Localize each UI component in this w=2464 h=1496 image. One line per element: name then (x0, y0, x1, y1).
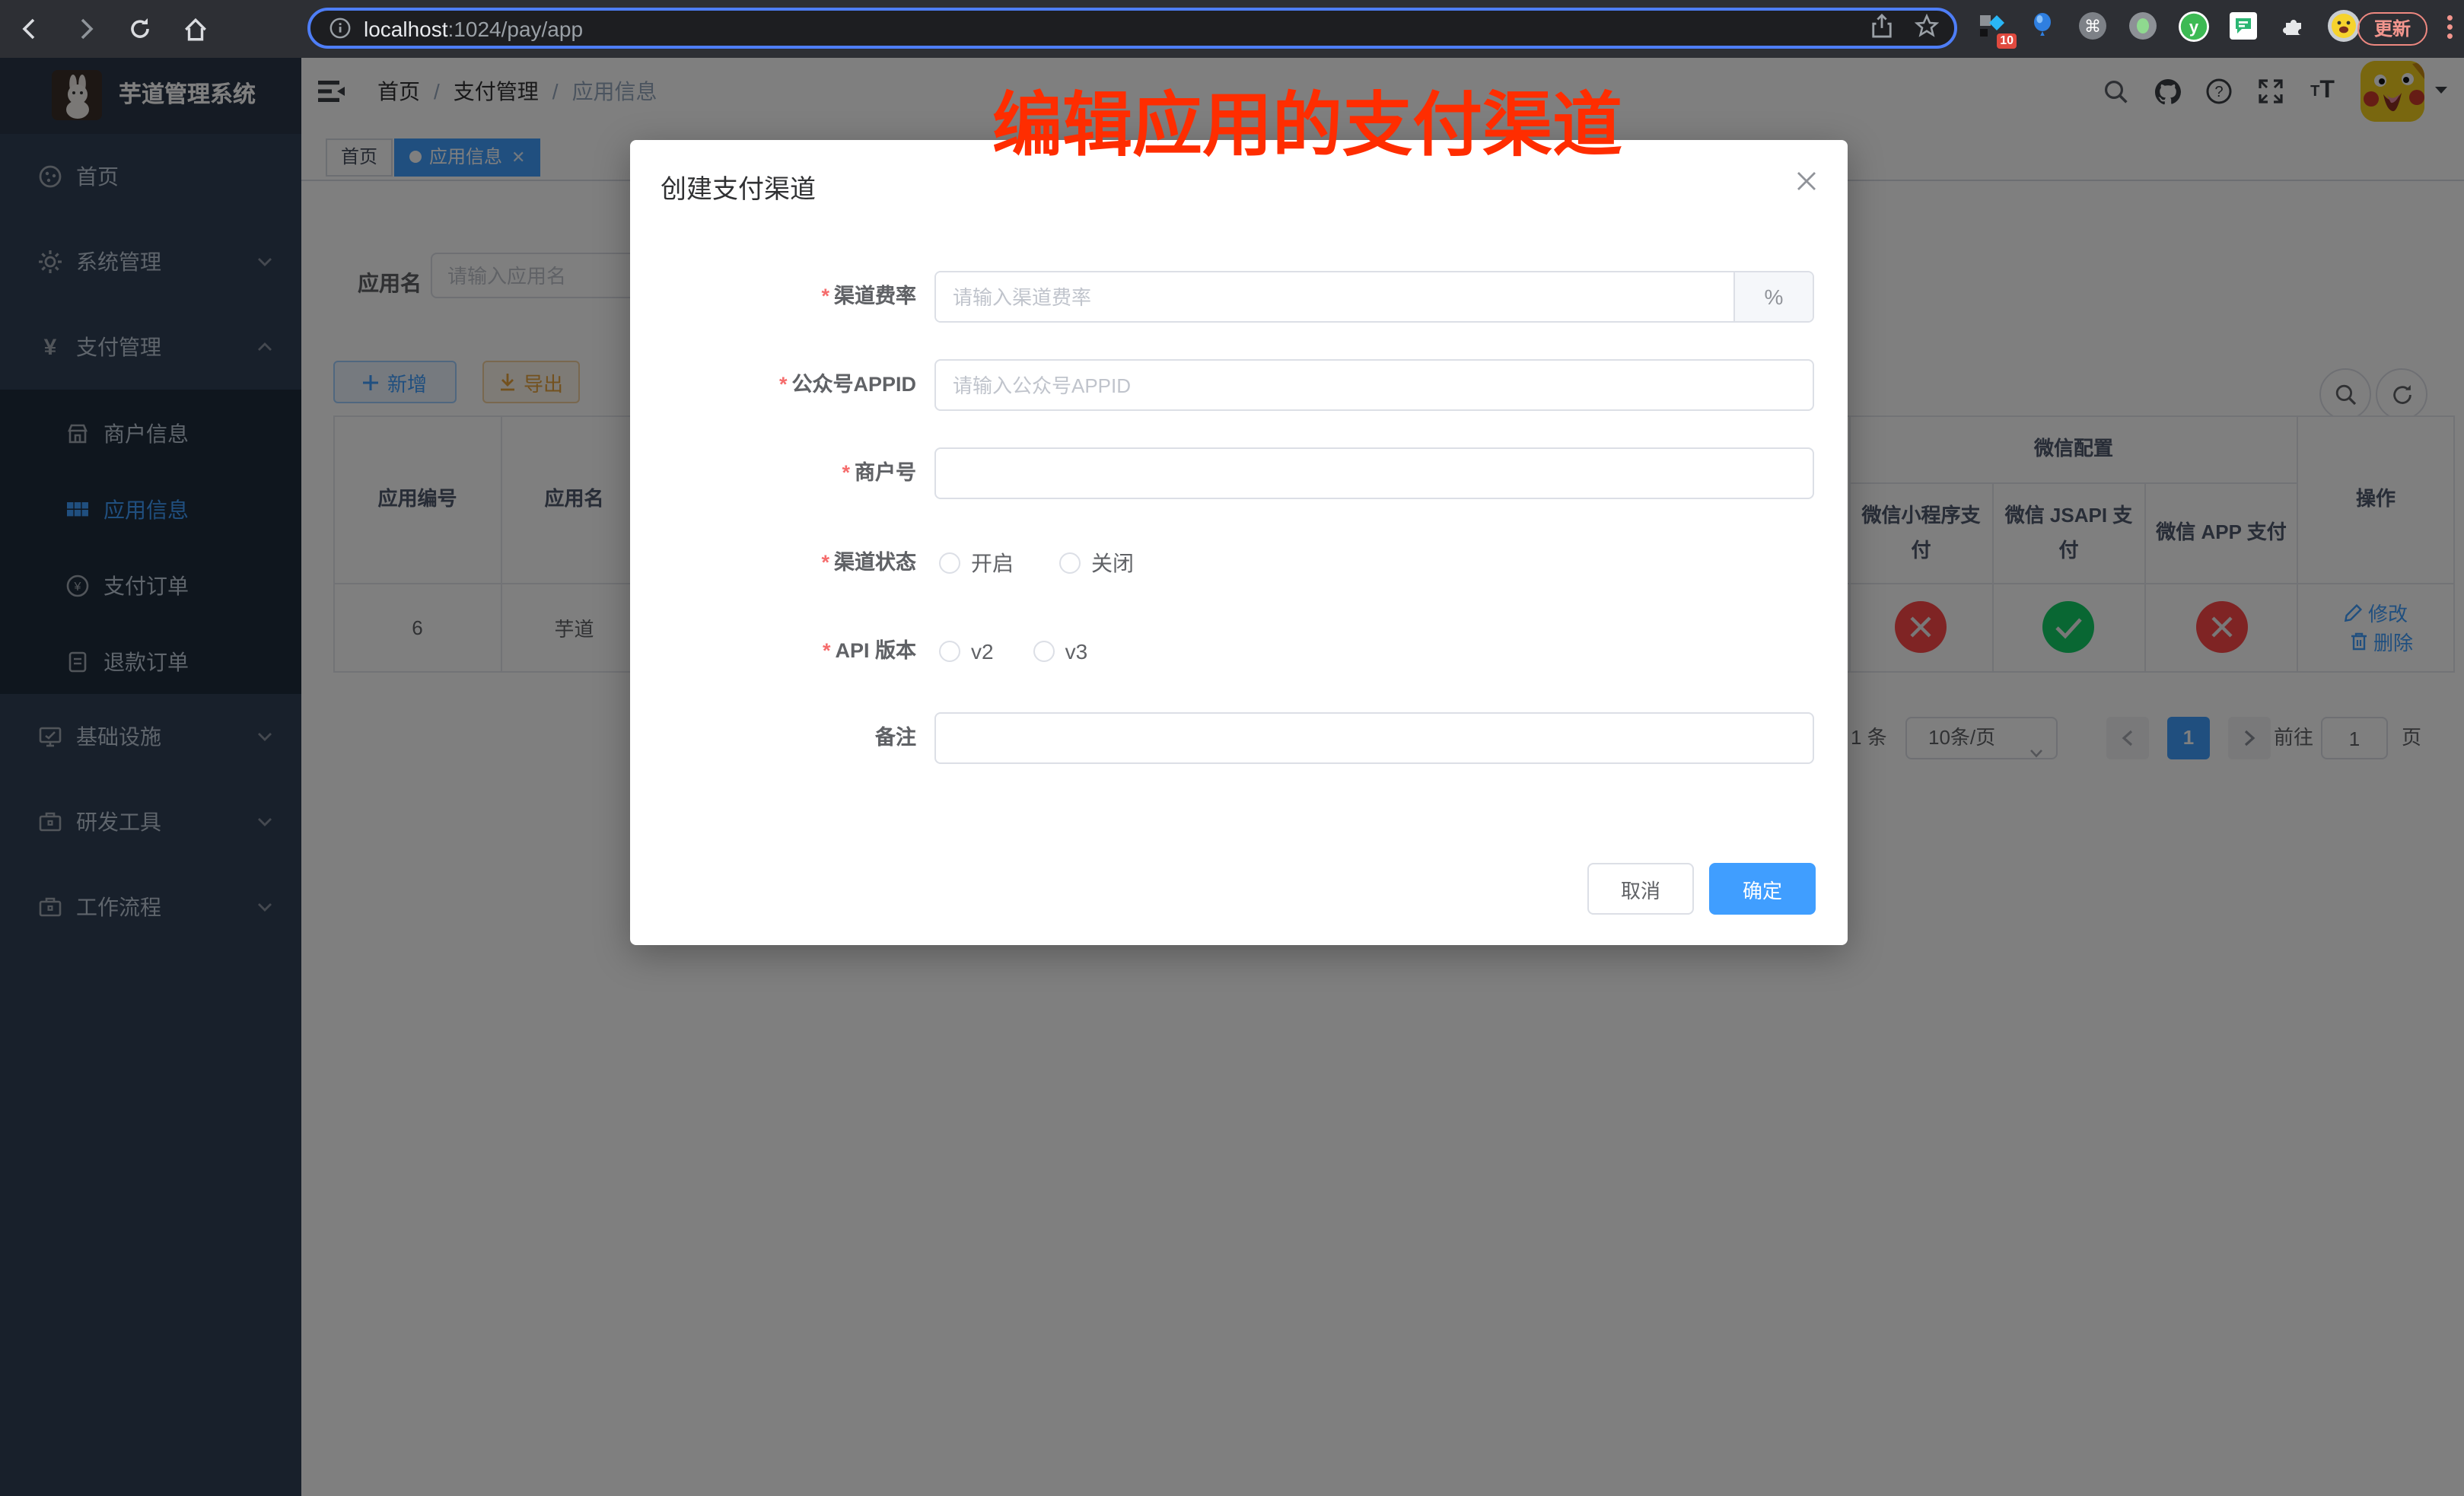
mch-input[interactable] (934, 447, 1814, 499)
remark-input[interactable] (934, 712, 1814, 764)
mch-label: 商户号 (855, 461, 916, 484)
browser-back-icon[interactable] (12, 11, 49, 47)
rate-input[interactable] (936, 272, 1733, 321)
url-text[interactable]: localhost:1024/pay/app (364, 16, 583, 40)
rate-label: 渠道费率 (834, 285, 916, 307)
radio-circle-icon (1033, 640, 1055, 661)
extension-devtools-icon[interactable]: 10 (1974, 8, 2010, 44)
url-bar[interactable]: localhost:1024/pay/app (307, 8, 1957, 49)
browser-menu-icon[interactable]: ••• (2446, 14, 2453, 41)
form-row-rate: *渠道费率 % (630, 271, 1848, 323)
radio-circle-icon (1059, 552, 1081, 574)
radio-api-v3[interactable]: v3 (1033, 638, 1088, 663)
site-info-icon[interactable] (329, 17, 352, 40)
api-label: API 版本 (835, 638, 916, 661)
extension-recorder-icon[interactable] (2125, 8, 2161, 44)
appid-input[interactable] (934, 359, 1814, 411)
form-row-mch: *商户号 (630, 447, 1848, 499)
radio-circle-icon (939, 640, 960, 661)
radio-api-v2[interactable]: v2 (939, 638, 994, 663)
form-row-remark: 备注 (630, 712, 1848, 764)
required-mark: * (779, 373, 788, 396)
required-mark: * (842, 461, 850, 484)
extensions-puzzle-icon[interactable] (2275, 8, 2312, 44)
remark-label: 备注 (875, 726, 916, 749)
url-host: localhost (364, 16, 448, 40)
form-row-appid: *公众号APPID (630, 359, 1848, 411)
extension-command-icon[interactable]: ⌘ (2074, 8, 2111, 44)
percent-suffix: % (1733, 272, 1813, 321)
cancel-button[interactable]: 取消 (1587, 863, 1694, 915)
required-mark: * (821, 551, 829, 574)
form-row-status: *渠道状态 开启 关闭 (630, 537, 1848, 589)
rate-input-group: % (934, 271, 1814, 323)
browser-forward-icon[interactable] (67, 11, 103, 47)
share-icon[interactable] (1870, 14, 1893, 46)
create-pay-channel-dialog: 创建支付渠道 *渠道费率 % *公众号APPID *商户号 *渠道状态 开启 关… (630, 140, 1848, 945)
browser-reload-icon[interactable] (122, 11, 158, 47)
dialog-close-icon[interactable] (1796, 170, 1817, 199)
extension-chat-icon[interactable] (2225, 8, 2262, 44)
appid-label: 公众号APPID (791, 373, 916, 396)
dialog-title: 创建支付渠道 (661, 167, 816, 205)
extension-badge: 10 (1997, 33, 2017, 49)
browser-home-icon[interactable] (177, 11, 213, 47)
profile-avatar-icon[interactable] (2326, 8, 2362, 44)
required-mark: * (821, 285, 829, 307)
status-label: 渠道状态 (834, 551, 916, 574)
url-path: :1024/pay/app (448, 16, 584, 40)
extension-balloon-icon[interactable] (2024, 8, 2061, 44)
form-row-api: *API 版本 v2 v3 (630, 625, 1848, 676)
svg-text:⌘: ⌘ (2084, 17, 2101, 36)
screenshot-stage: localhost:1024/pay/app 10 ⌘ (0, 0, 2464, 1496)
bookmark-star-icon[interactable] (1915, 14, 1939, 46)
radio-status-closed[interactable]: 关闭 (1059, 548, 1134, 578)
radio-circle-icon (939, 552, 960, 574)
browser-update-button[interactable]: 更新 (2357, 12, 2427, 46)
annotation-text: 编辑应用的支付渠道 (992, 70, 1622, 170)
radio-status-open[interactable]: 开启 (939, 548, 1014, 578)
extension-y-icon[interactable]: y (2175, 8, 2211, 44)
svg-text:y: y (2189, 17, 2198, 36)
required-mark: * (823, 638, 831, 661)
browser-toolbar: localhost:1024/pay/app 10 ⌘ (0, 0, 2464, 58)
confirm-button[interactable]: 确定 (1709, 863, 1816, 915)
